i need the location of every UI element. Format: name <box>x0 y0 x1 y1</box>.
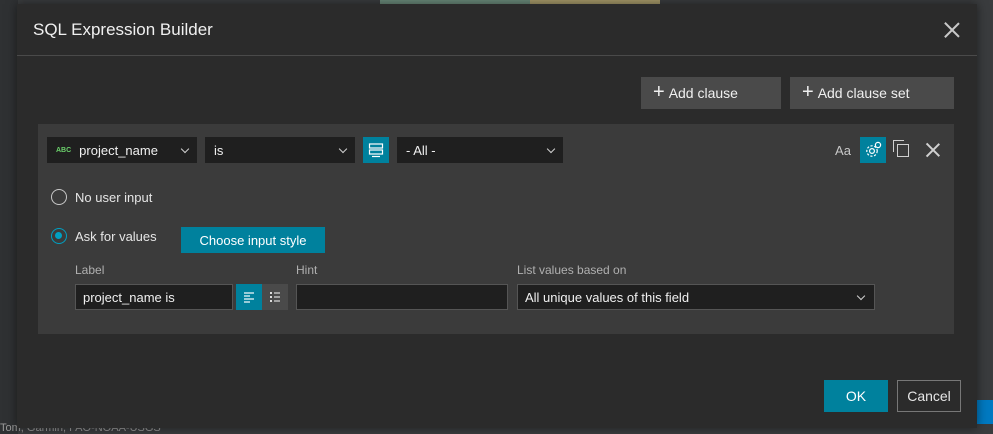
add-clause-label: Add clause <box>668 85 738 101</box>
add-clause-button[interactable]: + Add clause <box>641 77 781 109</box>
list-values-select[interactable]: All unique values of this field <box>517 284 875 310</box>
bulleted-list-icon <box>270 292 280 302</box>
clause-panel: ABC project_name is - All - Aa No user i… <box>38 124 954 334</box>
align-left-icon <box>244 292 254 303</box>
field-select-value: project_name <box>79 142 158 158</box>
ask-for-values-label: Ask for values <box>75 228 157 244</box>
case-sensitive-label: Aa <box>835 142 851 158</box>
dialog-header: SQL Expression Builder <box>17 4 977 56</box>
plus-icon: + <box>653 81 665 103</box>
settings-button[interactable] <box>860 137 886 163</box>
value-select[interactable]: - All - <box>397 137 563 163</box>
close-icon <box>925 142 941 158</box>
copy-icon <box>893 139 909 157</box>
plus-icon: + <box>802 81 814 103</box>
operator-select-value: is <box>214 142 224 158</box>
operator-select[interactable]: is <box>205 137 355 163</box>
case-sensitive-button[interactable]: Aa <box>830 137 856 163</box>
value-source-button[interactable] <box>363 137 389 163</box>
no-user-input-label: No user input <box>75 189 153 205</box>
chevron-down-icon <box>180 144 190 154</box>
cancel-button[interactable]: Cancel <box>897 380 961 412</box>
value-select-value: - All - <box>406 142 436 158</box>
dialog-title: SQL Expression Builder <box>33 19 213 39</box>
list-style-button[interactable] <box>262 284 288 310</box>
list-values-caption: List values based on <box>517 263 627 277</box>
hint-input[interactable] <box>296 284 508 310</box>
field-select[interactable]: ABC project_name <box>47 137 197 163</box>
ok-button[interactable]: OK <box>824 380 888 412</box>
duplicate-button[interactable] <box>890 137 916 163</box>
dialog-footer: OK Cancel <box>824 380 961 412</box>
add-clause-set-button[interactable]: + Add clause set <box>790 77 954 109</box>
clause-toolbar: + Add clause + Add clause set <box>641 77 954 109</box>
radio-button-checked[interactable] <box>51 228 67 244</box>
chevron-down-icon <box>856 291 866 301</box>
clause-actions: Aa <box>830 137 946 163</box>
choose-input-style-button[interactable]: Choose input style <box>181 227 325 253</box>
hint-caption: Hint <box>296 263 318 277</box>
list-values-select-value: All unique values of this field <box>525 289 690 305</box>
close-icon[interactable] <box>943 21 961 39</box>
chevron-down-icon <box>546 144 556 154</box>
background-sidebar <box>0 0 18 434</box>
radio-button[interactable] <box>51 189 67 205</box>
delete-clause-button[interactable] <box>920 137 946 163</box>
label-input[interactable]: project_name is <box>75 284 233 310</box>
clause-row: ABC project_name is - All - <box>47 137 563 163</box>
no-user-input-option[interactable]: No user input <box>51 189 152 205</box>
label-caption: Label <box>75 263 105 277</box>
string-field-icon: ABC <box>56 146 72 154</box>
gear-icon <box>866 141 882 157</box>
list-source-icon <box>368 143 384 158</box>
chevron-down-icon <box>338 144 348 154</box>
ask-for-values-option[interactable]: Ask for values <box>51 228 157 244</box>
add-clause-set-label: Add clause set <box>817 85 910 101</box>
text-align-button[interactable] <box>236 284 262 310</box>
sql-expression-builder-dialog: SQL Expression Builder + Add clause + Ad… <box>17 4 977 428</box>
